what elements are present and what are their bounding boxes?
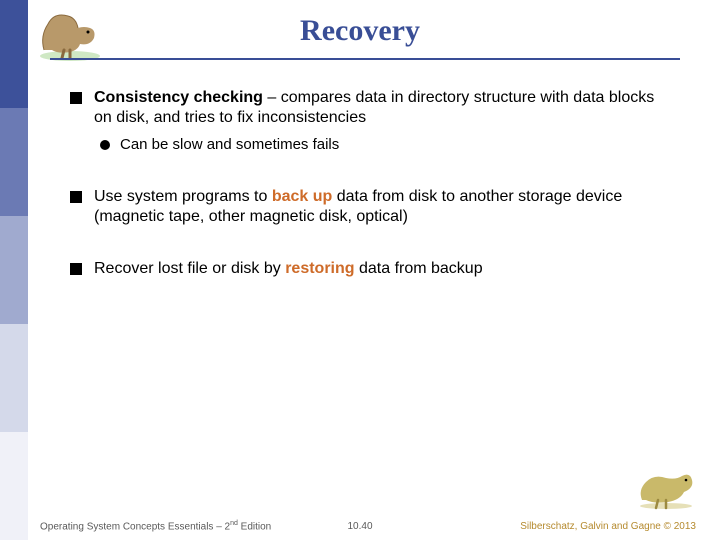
bullet-text: Recover lost file or disk by restoring d… bbox=[94, 259, 670, 279]
accent-term: restoring bbox=[285, 260, 354, 277]
square-bullet-icon bbox=[70, 191, 82, 203]
bold-term: Consistency checking bbox=[94, 89, 263, 106]
accent-term: back up bbox=[272, 188, 332, 205]
sidebar-seg bbox=[0, 324, 28, 432]
dinosaur-footer-icon bbox=[636, 466, 696, 510]
sidebar-seg bbox=[0, 108, 28, 216]
text-run: Recover lost file or disk by bbox=[94, 260, 285, 277]
text-run: data from backup bbox=[355, 260, 483, 277]
sidebar-accent bbox=[0, 0, 28, 540]
sub-bullet-text: Can be slow and sometimes fails bbox=[120, 136, 670, 155]
text-run: Use system programs to bbox=[94, 188, 272, 205]
slide-title: Recovery bbox=[0, 14, 720, 48]
slide-content: Consistency checking – compares data in … bbox=[70, 88, 670, 283]
bullet-text: Consistency checking – compares data in … bbox=[94, 88, 670, 128]
footer-copyright: Silberschatz, Galvin and Gagne © 2013 bbox=[520, 521, 696, 532]
slide: Recovery Consistency checking – compares… bbox=[0, 0, 720, 540]
sidebar-seg bbox=[0, 216, 28, 324]
bullet-item: Consistency checking – compares data in … bbox=[70, 88, 670, 128]
square-bullet-icon bbox=[70, 92, 82, 104]
bullet-item: Use system programs to back up data from… bbox=[70, 187, 670, 227]
title-underline bbox=[50, 58, 680, 60]
spacer bbox=[70, 159, 670, 187]
square-bullet-icon bbox=[70, 263, 82, 275]
bullet-item: Recover lost file or disk by restoring d… bbox=[70, 259, 670, 279]
circle-bullet-icon bbox=[100, 140, 110, 150]
bullet-text: Use system programs to back up data from… bbox=[94, 187, 670, 227]
spacer bbox=[70, 231, 670, 259]
sub-bullet-item: Can be slow and sometimes fails bbox=[100, 136, 670, 155]
